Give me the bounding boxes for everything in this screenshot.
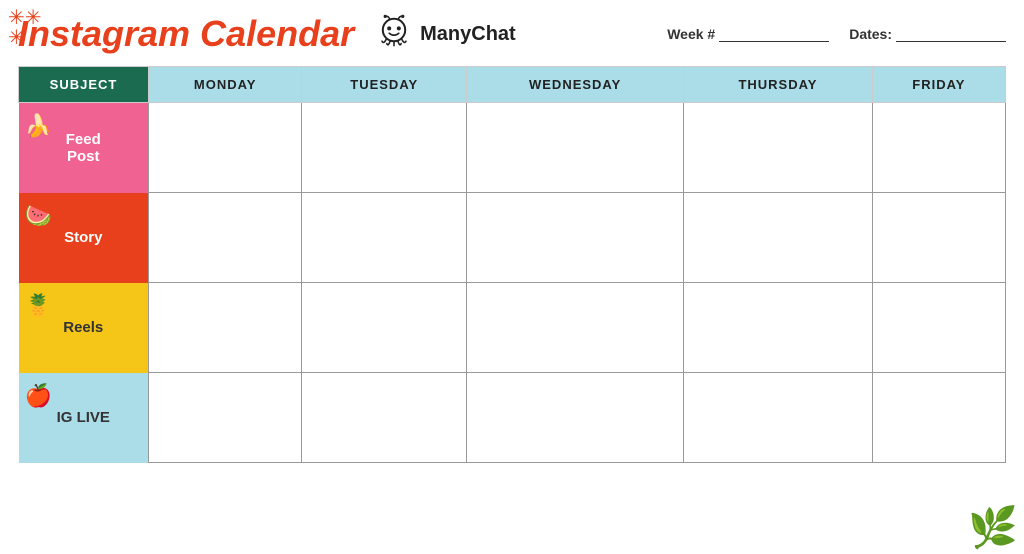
subject-story: 🍉 Story: [19, 193, 149, 283]
emoji-feed: 🍌: [25, 113, 52, 139]
emoji-iglive: 🍎: [25, 383, 52, 409]
cell-iglive-thursday[interactable]: [684, 373, 873, 463]
subject-reels: 🍍 Reels: [19, 283, 149, 373]
manychat-name: ManyChat: [420, 23, 516, 46]
col-header-friday: FRIDAY: [872, 67, 1005, 103]
dates-label: Dates:: [849, 26, 892, 42]
cell-reels-wednesday[interactable]: [467, 283, 684, 373]
col-header-thursday: THURSDAY: [684, 67, 873, 103]
cell-reels-thursday[interactable]: [684, 283, 873, 373]
cell-feed-monday[interactable]: [149, 103, 302, 193]
header: Instagram Calendar: [18, 14, 1006, 54]
cell-story-friday[interactable]: [872, 193, 1005, 283]
row-iglive: 🍎 IG LIVE: [19, 373, 1006, 463]
emoji-reels: 🍍: [25, 293, 52, 319]
emoji-story: 🍉: [25, 203, 52, 229]
row-reels: 🍍 Reels: [19, 283, 1006, 373]
leaf-decoration: 🌿: [968, 508, 1018, 548]
cell-iglive-monday[interactable]: [149, 373, 302, 463]
subject-iglive: 🍎 IG LIVE: [19, 373, 149, 463]
cell-feed-tuesday[interactable]: [302, 103, 467, 193]
dates-field: Dates:: [849, 26, 1006, 42]
header-row: SUBJECT MONDAY TUESDAY WEDNESDAY THURSDA…: [19, 67, 1006, 103]
page-title: Instagram Calendar: [18, 16, 354, 52]
cell-iglive-tuesday[interactable]: [302, 373, 467, 463]
row-feed: 🍌 Feed Post: [19, 103, 1006, 193]
cell-story-wednesday[interactable]: [467, 193, 684, 283]
week-field: Week #: [667, 26, 829, 42]
cell-reels-tuesday[interactable]: [302, 283, 467, 373]
cell-reels-friday[interactable]: [872, 283, 1005, 373]
week-label: Week #: [667, 26, 715, 42]
subject-feed: 🍌 Feed Post: [19, 103, 149, 193]
cell-story-thursday[interactable]: [684, 193, 873, 283]
cell-iglive-friday[interactable]: [872, 373, 1005, 463]
col-header-wednesday: WEDNESDAY: [467, 67, 684, 103]
calendar-table: SUBJECT MONDAY TUESDAY WEDNESDAY THURSDA…: [18, 66, 1006, 463]
col-header-monday: MONDAY: [149, 67, 302, 103]
subject-label-iglive: IG LIVE: [57, 409, 110, 426]
week-input-line[interactable]: [719, 26, 829, 42]
manychat-logo: ManyChat: [374, 14, 516, 54]
cell-story-tuesday[interactable]: [302, 193, 467, 283]
cell-feed-thursday[interactable]: [684, 103, 873, 193]
cell-feed-friday[interactable]: [872, 103, 1005, 193]
subject-label-feed: Feed Post: [66, 131, 101, 165]
cell-feed-wednesday[interactable]: [467, 103, 684, 193]
col-header-subject: SUBJECT: [19, 67, 149, 103]
header-fields: Week # Dates:: [667, 26, 1006, 42]
subject-label-reels: Reels: [63, 319, 103, 336]
manychat-icon: [374, 14, 414, 54]
col-header-tuesday: TUESDAY: [302, 67, 467, 103]
page: ✳✳✳ Instagram Calendar: [0, 0, 1024, 554]
dates-input-line[interactable]: [896, 26, 1006, 42]
cell-reels-monday[interactable]: [149, 283, 302, 373]
row-story: 🍉 Story: [19, 193, 1006, 283]
subject-label-story: Story: [64, 229, 102, 246]
cell-iglive-wednesday[interactable]: [467, 373, 684, 463]
cell-story-monday[interactable]: [149, 193, 302, 283]
